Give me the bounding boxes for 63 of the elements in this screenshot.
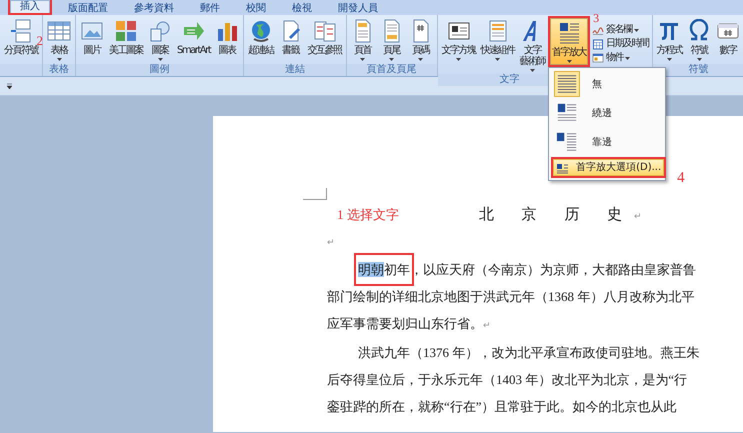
ribbon-button[interactable]: 快速組件 <box>478 16 517 63</box>
group-label: 表格 <box>43 64 75 76</box>
object-icon <box>592 52 604 64</box>
text-run: 后夺得皇位后，于永乐元年（1403 年）改北平为北京，是为“行 <box>327 372 688 386</box>
margin-corner-mark <box>303 188 327 200</box>
ribbon-button[interactable]: 圖案 <box>146 16 174 63</box>
text-run: 部门绘制的详细北京地图于洪武元年（1368 年）八月改称为北平 <box>327 288 694 304</box>
text-run: 銮驻跸的所在，就称“行在”）且常驻于此。如今的北京也从此 <box>327 398 677 414</box>
group-label: 圖例 <box>76 64 244 76</box>
ribbon-button[interactable]: 頁碼 <box>406 16 435 63</box>
ribbon-button[interactable]: 交互參照 <box>306 16 344 58</box>
ribbon-button[interactable]: 圖片 <box>78 16 106 58</box>
ribbon-tab[interactable]: 參考資料 <box>124 2 184 15</box>
ribbon-button[interactable]: 圖表 <box>213 16 242 58</box>
ribbon-button[interactable]: 符號 <box>685 16 714 63</box>
menu-item[interactable]: 靠邊 <box>551 128 664 156</box>
ribbon-button[interactable]: 方程式 <box>654 16 684 63</box>
group-label: 連結 <box>244 64 346 76</box>
ribbon-button[interactable]: 超連結 <box>246 16 276 58</box>
ribbon-button[interactable]: 簽名欄 <box>591 24 650 36</box>
cross-reference-icon <box>312 19 337 43</box>
ribbon-button[interactable]: 頁尾 <box>378 16 406 63</box>
text-run: 洪武九年（1376 年），改为北平承宣布政使司驻地。燕王朱 <box>357 344 700 360</box>
annotation-text: 1 选择文字 <box>337 206 399 224</box>
ribbon-button[interactable]: 書籤 <box>276 16 305 58</box>
ribbon-button[interactable]: 表格 <box>45 16 73 63</box>
ribbon-button[interactable]: 頁首 <box>348 16 377 63</box>
ribbon-tab[interactable]: 版面配置 <box>58 2 118 15</box>
page-break-icon <box>9 19 33 43</box>
group-label: 頁首及頁尾 <box>346 64 437 76</box>
clip-art-icon <box>114 19 138 43</box>
ribbon-tab[interactable]: 插入 <box>10 0 50 13</box>
text-run: ，以应天府（今南京）为京师，大都路由皇家普鲁 <box>410 262 696 276</box>
ribbon-button[interactable]: 美工圖案 <box>107 16 145 58</box>
paragraph-mark: ↵ <box>634 210 642 223</box>
ribbon-button[interactable]: 物件 <box>591 52 650 64</box>
ribbon-button[interactable]: 數字 <box>714 16 742 58</box>
document-title: 北 京 历 史 <box>478 206 634 225</box>
text-run: 初年 <box>384 262 410 276</box>
ribbon-button[interactable]: 日期及時間 <box>591 38 650 50</box>
ribbon-button[interactable]: 文字 藝術師 <box>518 16 548 74</box>
ribbon-button[interactable]: 首字放大 <box>550 18 588 65</box>
selected-text: 明朝 <box>358 262 384 276</box>
ribbon-tab[interactable]: 開發人員 <box>328 2 388 15</box>
toolbar-dropdown-icon <box>6 82 13 90</box>
ribbon-button[interactable]: SmartArt <box>175 16 212 58</box>
options-icon <box>556 162 568 174</box>
ribbon-tab[interactable]: 校閱 <box>236 2 276 15</box>
paragraph-mark: ↵ <box>327 236 335 246</box>
menu-item[interactable]: 繞邊 <box>551 99 664 127</box>
callout-number: 3 <box>593 12 600 24</box>
table-icon <box>47 19 71 43</box>
menu-item[interactable]: 首字放大選項(D)... <box>553 159 664 176</box>
paragraph-mark: ↵ <box>483 320 491 330</box>
calendar-icon <box>592 38 604 50</box>
text-run: 应军事需要划归山东行省。 <box>327 316 483 330</box>
ribbon-tab[interactable]: 檢視 <box>282 2 322 15</box>
drop-cap-icon <box>557 21 582 45</box>
callout-number: 2 <box>36 34 43 47</box>
shapes-icon <box>148 19 172 43</box>
ribbon-tab[interactable]: 郵件 <box>190 2 230 15</box>
ribbon-button[interactable]: 文字方塊 <box>440 16 478 63</box>
callout-number: 4 <box>677 171 685 186</box>
